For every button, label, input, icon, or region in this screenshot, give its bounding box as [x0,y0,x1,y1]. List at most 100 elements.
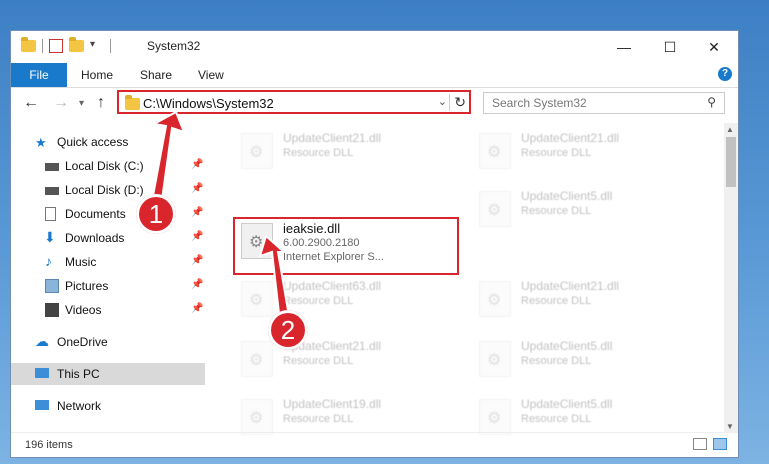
sidebar-item-onedrive[interactable]: ☁ OneDrive [11,331,205,353]
sidebar-item-quick-access[interactable]: ★ Quick access [11,131,205,153]
address-path[interactable]: C:\Windows\System32 [143,96,274,111]
navigation-pane: ★ Quick access Local Disk (C:) 📌 Local D… [11,123,205,433]
tab-file[interactable]: File [11,63,67,87]
toolbar-divider [42,39,43,53]
file-type: Resource DLL [283,413,354,425]
sidebar-item-videos[interactable]: Videos 📌 [11,299,205,321]
status-bar: 196 items [11,432,738,457]
chevron-down-icon[interactable]: ⌄ [438,95,447,108]
folder-icon [125,95,140,110]
step-2-callout: 2 [268,310,308,350]
large-icons-view-icon[interactable] [713,438,727,450]
dll-file-icon [479,281,511,317]
tab-view[interactable]: View [198,63,224,87]
list-item[interactable]: UpdateClient21.dll Resource DLL [473,275,703,325]
pin-icon[interactable]: 📌 [191,207,203,218]
vertical-scrollbar[interactable]: ▲ ▼ [724,123,738,433]
dll-file-icon [241,281,273,317]
videos-icon [45,303,59,317]
tab-home[interactable]: Home [81,63,113,87]
list-item[interactable]: UpdateClient5.dll Resource DLL [473,185,703,235]
file-type: Resource DLL [521,355,592,367]
list-item[interactable]: UpdateClient21.dll Resource DLL [473,127,703,177]
tab-share[interactable]: Share [140,63,172,87]
sidebar-item-downloads[interactable]: ⬇ Downloads 📌 [11,227,205,249]
close-button[interactable]: ✕ [691,31,737,63]
sidebar-item-network[interactable]: Network [11,395,205,417]
forward-icon[interactable]: → [53,94,69,112]
file-name: UpdateClient21.dll [521,279,620,293]
pin-icon[interactable]: 📌 [191,279,203,290]
item-count: 196 items [25,439,73,451]
file-name: UpdateClient5.dll [521,339,613,353]
list-item[interactable]: UpdateClient21.dll Resource DLL [235,335,465,385]
pin-icon[interactable]: 📌 [191,183,203,194]
sidebar-item-label: This PC [57,367,100,381]
dll-file-icon [241,399,273,435]
sidebar-item-pictures[interactable]: Pictures 📌 [11,275,205,297]
sidebar-item-label: Documents [65,207,126,221]
file-name: UpdateClient63.dll [283,279,382,293]
sidebar-item-label: OneDrive [57,335,108,349]
scroll-thumb[interactable] [726,137,736,187]
maximize-button[interactable]: ☐ [647,31,693,63]
sidebar-item-local-disk-d[interactable]: Local Disk (D:) 📌 [11,179,205,201]
file-type: Resource DLL [521,413,592,425]
properties-icon[interactable] [49,39,63,53]
dll-file-icon [479,191,511,227]
file-name: UpdateClient21.dll [283,131,382,145]
customize-icon[interactable]: ▾ [90,39,104,53]
address-bar[interactable]: C:\Windows\System32 ⌄ ↻ [117,90,471,114]
pin-icon[interactable]: 📌 [191,231,203,242]
scroll-down-icon[interactable]: ▼ [726,422,734,431]
sidebar-item-label: Pictures [65,279,109,293]
star-icon: ★ [35,135,47,150]
file-name: UpdateClient5.dll [521,397,613,411]
computer-icon [35,368,49,378]
dll-file-icon [479,341,511,377]
up-icon[interactable]: ↑ [97,94,105,112]
sidebar-item-label: Network [57,399,102,413]
file-name: UpdateClient21.dll [521,131,620,145]
help-icon[interactable]: ? [718,67,732,81]
list-item[interactable]: UpdateClient21.dll Resource DLL [235,127,465,177]
file-type: Resource DLL [521,147,592,159]
quick-access-toolbar: ▾ [21,37,111,53]
minimize-button[interactable]: — [601,31,647,63]
drive-icon [45,187,59,195]
list-item[interactable]: UpdateClient63.dll Resource DLL [235,275,465,325]
file-name: UpdateClient5.dll [521,189,613,203]
step-1-callout: 1 [136,194,176,234]
sidebar-item-local-disk-c[interactable]: Local Disk (C:) 📌 [11,155,205,177]
sidebar-item-label: Quick access [57,135,129,149]
toolbar-divider [110,39,111,53]
details-view-icon[interactable] [693,438,707,450]
sidebar-item-this-pc[interactable]: This PC [11,363,205,385]
sidebar-item-music[interactable]: ♪ Music 📌 [11,251,205,273]
ribbon: File Home Share View ? [11,63,738,88]
pin-icon[interactable]: 📌 [191,303,203,314]
file-type: Resource DLL [283,295,354,307]
drive-icon [45,163,59,171]
refresh-icon[interactable]: ↻ [449,94,466,111]
highlight-box [233,217,459,275]
back-icon[interactable]: ← [23,94,39,112]
new-folder-icon[interactable] [69,37,84,52]
search-icon[interactable]: ⚲ [707,95,716,109]
scroll-up-icon[interactable]: ▲ [726,125,734,134]
pin-icon[interactable]: 📌 [191,255,203,266]
network-icon [35,400,49,410]
explorer-window: ▾ System32 — ☐ ✕ File Home Share View ? … [10,30,739,458]
pin-icon[interactable]: 📌 [191,159,203,170]
dll-file-icon [241,341,273,377]
dll-file-icon [479,399,511,435]
file-name: UpdateClient19.dll [283,397,382,411]
search-input[interactable]: Search System32 ⚲ [483,92,725,114]
sidebar-item-label: Local Disk (C:) [65,159,144,173]
dll-file-icon [479,133,511,169]
recent-locations-icon[interactable]: ▾ [79,98,84,109]
cloud-icon: ☁ [35,333,49,349]
dll-file-icon [241,133,273,169]
list-item[interactable]: UpdateClient5.dll Resource DLL [473,335,703,385]
folder-icon [21,37,36,52]
